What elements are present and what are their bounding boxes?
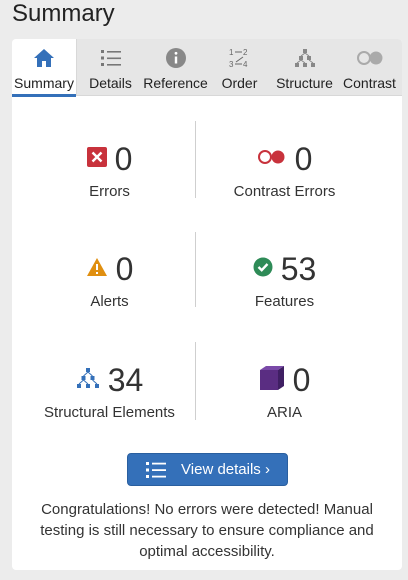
contrast-error-icon: [257, 149, 287, 170]
page-title: Summary: [12, 0, 115, 27]
list-icon: [146, 461, 167, 478]
alerts-label: Alerts: [90, 293, 129, 310]
alerts-count: 0: [115, 251, 134, 287]
hierarchy-icon: [76, 367, 100, 394]
tab-contrast[interactable]: Contrast: [337, 39, 402, 96]
check-icon: [253, 257, 273, 282]
svg-text:1: 1: [229, 48, 234, 57]
order-icon: 12 34: [228, 47, 252, 69]
divider-row-2: [195, 232, 196, 307]
stat-alerts[interactable]: 0 Alerts: [12, 206, 207, 316]
tab-order-label: Order: [221, 75, 258, 91]
tab-details-label: Details: [89, 75, 132, 91]
hierarchy-icon: [294, 47, 316, 69]
contrast-errors-label: Contrast Errors: [233, 183, 336, 200]
view-details-label: View details ›: [181, 461, 270, 478]
info-icon: [165, 47, 187, 69]
contrast-icon: [356, 47, 384, 69]
errors-label: Errors: [89, 183, 130, 200]
divider-row-3: [195, 342, 196, 420]
alert-icon: [86, 257, 108, 282]
tab-reference-label: Reference: [143, 75, 208, 91]
structural-elements-count: 34: [107, 362, 144, 398]
home-icon: [33, 47, 55, 69]
stat-contrast-errors[interactable]: 0 Contrast Errors: [187, 96, 382, 206]
aria-count: 0: [292, 362, 311, 398]
view-details-button[interactable]: View details ›: [127, 453, 288, 486]
divider-row-1: [195, 121, 196, 198]
svg-text:2: 2: [243, 48, 248, 57]
stat-structural-elements[interactable]: 34 Structural Elements: [12, 317, 207, 427]
stat-aria[interactable]: 0 ARIA: [187, 317, 382, 427]
features-label: Features: [254, 293, 315, 310]
stat-features[interactable]: 53 Features: [187, 206, 382, 316]
summary-message: Congratulations! No errors were detected…: [40, 501, 374, 560]
structural-elements-label: Structural Elements: [44, 404, 175, 421]
tab-summary[interactable]: Summary: [12, 39, 77, 97]
tab-reference[interactable]: Reference: [143, 39, 208, 96]
tab-details[interactable]: Details: [77, 39, 144, 96]
errors-count: 0: [114, 141, 133, 177]
summary-panel: Summary Details Reference 12 3 4 Order S…: [12, 39, 402, 570]
aria-cube-icon: [259, 365, 285, 396]
list-icon: [100, 47, 122, 69]
tab-structure[interactable]: Structure: [272, 39, 337, 96]
tab-order[interactable]: 12 34 Order: [207, 39, 272, 96]
tab-summary-label: Summary: [14, 75, 74, 91]
contrast-errors-count: 0: [294, 141, 313, 177]
tab-bar: Summary Details Reference 12 3 4 Order S…: [12, 39, 402, 97]
features-count: 53: [280, 251, 317, 287]
stats-grid: 0 Errors 0 Contrast Errors 0 Alerts 53 F…: [12, 96, 402, 426]
aria-label: ARIA: [266, 404, 302, 421]
error-icon: [86, 146, 107, 172]
svg-text:4: 4: [243, 60, 248, 69]
svg-text:3: 3: [229, 60, 234, 69]
tab-structure-label: Structure: [276, 75, 333, 91]
tab-contrast-label: Contrast: [343, 75, 396, 91]
stat-errors[interactable]: 0 Errors: [12, 96, 207, 206]
